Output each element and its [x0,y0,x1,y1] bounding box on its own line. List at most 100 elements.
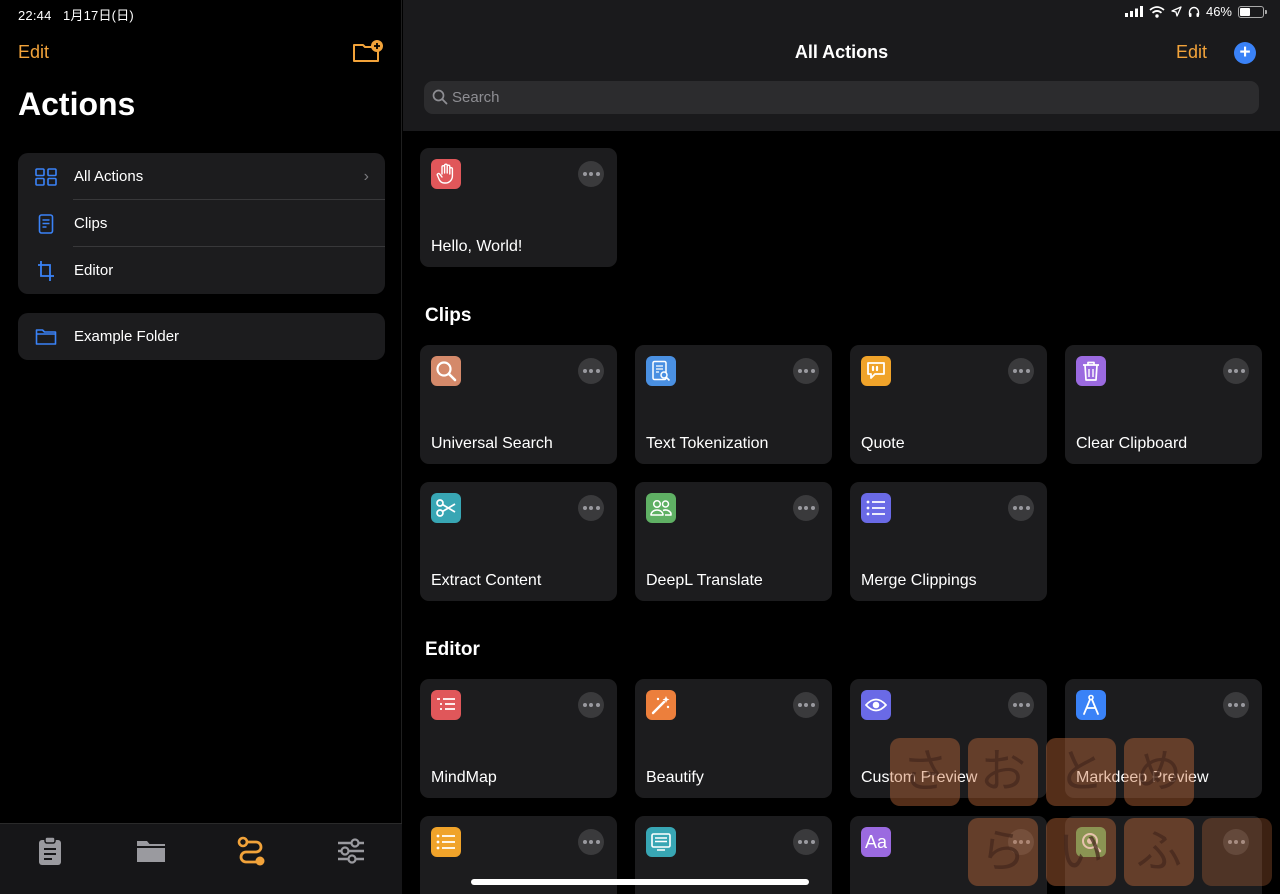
action-card-deepl-translate[interactable]: DeepL Translate [635,482,832,601]
watermark-char: め [1124,738,1194,806]
sidebar-item-label: All Actions [74,168,144,185]
more-options-button[interactable] [578,495,604,521]
list-icon [431,690,461,720]
sidebar-item-label: Editor [74,262,114,279]
new-folder-button[interactable] [352,39,384,65]
tab-clips[interactable] [35,836,67,866]
more-options-button[interactable] [793,829,819,855]
folder-icon [35,328,57,345]
magnifier-icon [431,356,461,386]
sidebar-item-example-folder[interactable]: Example Folder [18,313,385,360]
action-name: DeepL Translate [646,572,763,589]
location-icon [1171,6,1182,17]
action-card-hello-world[interactable]: Hello, World! [420,148,617,267]
action-name: Quote [861,435,905,452]
sliders-icon [338,838,364,864]
list-icon [431,827,461,857]
tab-files[interactable] [135,836,167,866]
more-options-button[interactable] [578,358,604,384]
watermark-char: お [968,738,1038,806]
action-card-merge-clippings[interactable]: Merge Clippings [850,482,1047,601]
more-options-button[interactable] [793,692,819,718]
scissors-icon [431,493,461,523]
headphones-icon [1188,6,1200,17]
page-title: All Actions [794,42,889,62]
edit-button[interactable]: Edit [1176,42,1207,63]
font-icon: Aa [861,827,891,857]
watermark-char: ふ [1124,818,1194,886]
doc-search-icon [646,356,676,386]
action-card-beautify[interactable]: Beautify [635,679,832,798]
more-options-button[interactable] [578,692,604,718]
eye-icon [861,690,891,720]
tab-settings[interactable] [336,836,368,866]
section-title-clips: Clips [425,305,472,326]
more-options-button[interactable] [793,495,819,521]
action-card-quote[interactable]: Quote [850,345,1047,464]
sidebar-item-editor[interactable]: Editor [18,247,385,294]
wifi-icon [1149,5,1165,18]
sidebar-item-label: Clips [74,215,108,232]
sidebar-title: Actions [18,86,136,122]
tab-bar [0,823,402,894]
hand-icon [431,159,461,189]
trash-icon [1076,356,1106,386]
sidebar-item-clips[interactable]: Clips [18,200,385,247]
battery-icon [1238,5,1267,18]
quote-bubble-icon [861,356,891,386]
plus-icon: + [1239,42,1251,63]
watermark-char: と [1046,738,1116,806]
folder-icon [137,841,165,862]
compass-icon [1076,690,1106,720]
action-card-clear-clipboard[interactable]: Clear Clipboard [1065,345,1262,464]
action-name: Clear Clipboard [1076,435,1188,452]
folder-plus-icon [353,40,383,62]
more-options-button[interactable] [1008,692,1034,718]
more-options-button[interactable] [578,161,604,187]
nav-bar: All Actions Edit + [403,0,1280,131]
more-options-button[interactable] [1223,358,1249,384]
sidebar-actions-group: All Actions › Clips Editor [18,153,385,294]
list-icon [861,493,891,523]
sidebar-folder-label: Example Folder [74,328,180,345]
action-card-extract-content[interactable]: Extract Content [420,482,617,601]
search-bar[interactable] [424,81,1259,114]
search-icon [432,89,448,105]
action-card-universal-search[interactable]: Universal Search [420,345,617,464]
tab-actions[interactable] [236,836,268,866]
magic-wand-icon [646,690,676,720]
watermark-char: ら [968,818,1038,886]
more-options-button[interactable] [578,829,604,855]
section-title-editor: Editor [425,639,480,660]
route-icon [237,836,265,866]
sidebar-folders-group: Example Folder [18,313,385,360]
action-card-mindmap[interactable]: MindMap [420,679,617,798]
status-bar-right: 46% [1124,4,1267,19]
signal-icon [1124,6,1143,17]
action-name: Hello, World! [431,238,523,255]
more-options-button[interactable] [793,358,819,384]
grid-icon [35,167,57,186]
add-action-button[interactable]: + [1234,42,1256,64]
action-name: Text Tokenization [646,435,769,452]
crop-icon [38,260,54,281]
chevron-right-icon: › [363,168,369,185]
more-options-button[interactable] [1223,692,1249,718]
action-card-text-tokenization[interactable]: Text Tokenization [635,345,832,464]
action-name: Extract Content [431,572,542,589]
avatar [1202,818,1272,886]
sidebar: 22:44 1月17日(日) Edit Actions All Actions … [0,0,402,894]
action-name: Merge Clippings [861,572,977,589]
action-name: MindMap [431,769,497,786]
monitor-icon [646,827,676,857]
more-options-button[interactable] [1008,358,1034,384]
watermark-char: さ [890,738,960,806]
more-options-button[interactable] [1008,495,1034,521]
document-icon [38,213,54,234]
home-indicator [471,879,809,885]
clipboard-icon [39,836,61,865]
sidebar-item-all-actions[interactable]: All Actions › [18,153,385,200]
people-icon [646,493,676,523]
search-input[interactable] [452,81,1242,114]
sidebar-edit-button[interactable]: Edit [18,42,49,63]
